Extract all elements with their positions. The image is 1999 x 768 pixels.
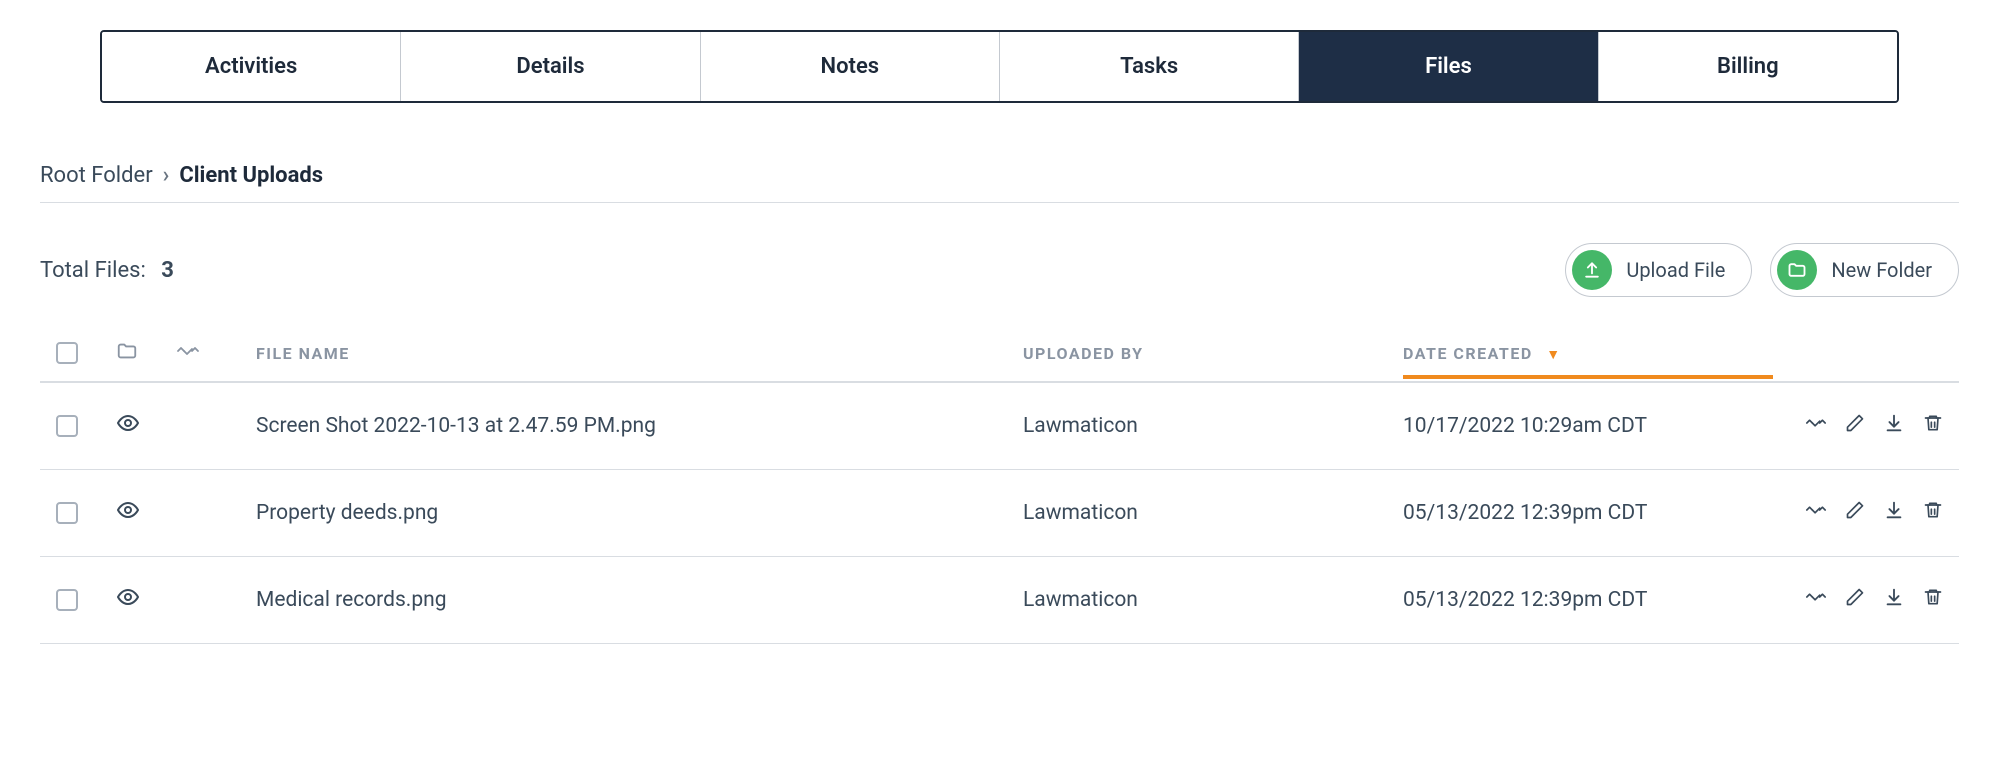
tab-notes[interactable]: Notes xyxy=(701,32,1000,101)
table-row: Property deeds.pngLawmaticon05/13/2022 1… xyxy=(40,470,1959,557)
tab-billing[interactable]: Billing xyxy=(1599,32,1897,101)
download-icon[interactable] xyxy=(1883,499,1905,527)
total-files-count: 3 xyxy=(161,258,174,283)
handshake-icon xyxy=(176,339,200,367)
select-all-checkbox[interactable] xyxy=(56,342,78,364)
table-row: Medical records.pngLawmaticon05/13/2022 … xyxy=(40,557,1959,644)
sort-desc-icon: ▼ xyxy=(1546,347,1561,363)
total-files: Total Files: 3 xyxy=(40,258,174,283)
toolbar: Total Files: 3 Upload File New Folder xyxy=(40,243,1959,297)
breadcrumb: Root Folder › Client Uploads xyxy=(40,163,1959,203)
files-table: FILE NAME UPLOADED BY DATE CREATED ▼ Scr… xyxy=(40,325,1959,644)
eye-icon[interactable] xyxy=(116,411,140,441)
file-date: 05/13/2022 12:39pm CDT xyxy=(1403,588,1773,612)
edit-icon[interactable] xyxy=(1845,587,1865,613)
row-checkbox[interactable] xyxy=(56,589,78,611)
breadcrumb-current: Client Uploads xyxy=(179,163,323,188)
file-uploader: Lawmaticon xyxy=(1023,501,1403,525)
file-name[interactable]: Property deeds.png xyxy=(256,501,1023,525)
download-icon[interactable] xyxy=(1883,412,1905,440)
breadcrumb-root[interactable]: Root Folder xyxy=(40,163,153,188)
tab-tasks[interactable]: Tasks xyxy=(1000,32,1299,101)
tab-bar: Activities Details Notes Tasks Files Bil… xyxy=(100,30,1899,103)
upload-file-label: Upload File xyxy=(1626,258,1725,282)
new-folder-button[interactable]: New Folder xyxy=(1770,243,1959,297)
folder-plus-icon xyxy=(1777,250,1817,290)
folder-icon xyxy=(116,340,138,366)
tab-files[interactable]: Files xyxy=(1299,32,1598,101)
column-header-date[interactable]: DATE CREATED ▼ xyxy=(1403,344,1773,363)
upload-file-button[interactable]: Upload File xyxy=(1565,243,1752,297)
eye-icon[interactable] xyxy=(116,585,140,615)
edit-icon[interactable] xyxy=(1845,500,1865,526)
action-buttons: Upload File New Folder xyxy=(1565,243,1959,297)
chevron-right-icon: › xyxy=(163,163,170,188)
share-icon[interactable] xyxy=(1805,499,1827,527)
edit-icon[interactable] xyxy=(1845,413,1865,439)
share-icon[interactable] xyxy=(1805,586,1827,614)
file-uploader: Lawmaticon xyxy=(1023,588,1403,612)
new-folder-label: New Folder xyxy=(1831,258,1932,282)
file-uploader: Lawmaticon xyxy=(1023,414,1403,438)
file-date: 05/13/2022 12:39pm CDT xyxy=(1403,501,1773,525)
eye-icon[interactable] xyxy=(116,498,140,528)
file-name[interactable]: Screen Shot 2022-10-13 at 2.47.59 PM.png xyxy=(256,414,1023,438)
row-checkbox[interactable] xyxy=(56,502,78,524)
trash-icon[interactable] xyxy=(1923,587,1943,613)
file-name[interactable]: Medical records.png xyxy=(256,588,1023,612)
column-header-name[interactable]: FILE NAME xyxy=(256,344,1023,363)
trash-icon[interactable] xyxy=(1923,413,1943,439)
row-checkbox[interactable] xyxy=(56,415,78,437)
table-row: Screen Shot 2022-10-13 at 2.47.59 PM.png… xyxy=(40,383,1959,470)
column-header-uploader[interactable]: UPLOADED BY xyxy=(1023,344,1403,363)
column-header-date-label: DATE CREATED xyxy=(1403,344,1533,363)
file-date: 10/17/2022 10:29am CDT xyxy=(1403,414,1773,438)
table-header: FILE NAME UPLOADED BY DATE CREATED ▼ xyxy=(40,325,1959,383)
share-icon[interactable] xyxy=(1805,412,1827,440)
upload-icon xyxy=(1572,250,1612,290)
tab-details[interactable]: Details xyxy=(401,32,700,101)
download-icon[interactable] xyxy=(1883,586,1905,614)
tab-activities[interactable]: Activities xyxy=(102,32,401,101)
total-files-label: Total Files: xyxy=(40,258,146,283)
trash-icon[interactable] xyxy=(1923,500,1943,526)
